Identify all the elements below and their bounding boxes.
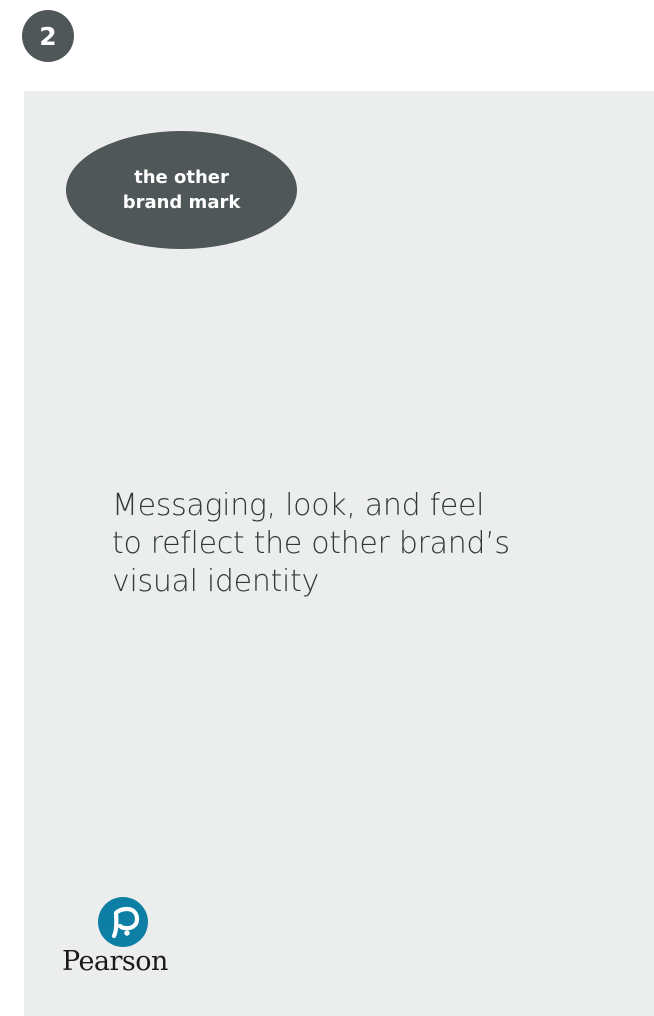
- brand-mark-label: the other brand mark: [122, 167, 241, 213]
- step-number: 2: [39, 21, 57, 51]
- pearson-logo: Pearson: [62, 896, 192, 986]
- page: 2 the other brand mark Messaging, look, …: [0, 0, 654, 1016]
- messaging-text: Messaging, look, and feel to reflect the…: [112, 488, 510, 599]
- other-brand-mark-placeholder: the other brand mark: [66, 131, 297, 249]
- co-brand-panel: the other brand mark Messaging, look, an…: [24, 91, 654, 1016]
- pearson-p-icon: [98, 897, 148, 947]
- step-number-badge: 2: [22, 10, 74, 62]
- pearson-wordmark: Pearson: [62, 946, 168, 977]
